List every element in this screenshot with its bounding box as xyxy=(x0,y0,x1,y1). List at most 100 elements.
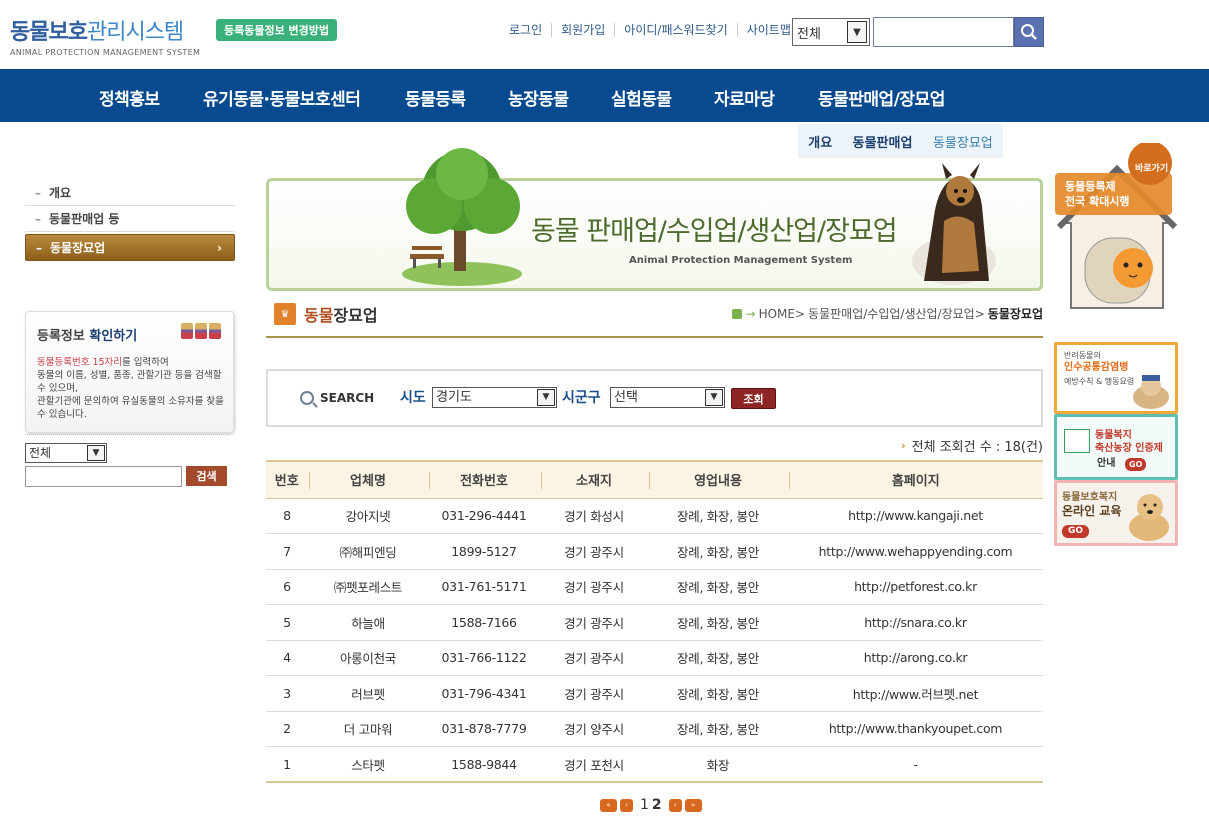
total-count: › 전체 조회건 수 : 18(건) xyxy=(901,436,1043,455)
reg-box-description: 동물등록번호 15자리를 입력하여 동물의 이름, 성별, 품종, 관할기관 등… xyxy=(37,356,227,421)
breadcrumb-home[interactable]: HOME xyxy=(759,307,795,321)
cell-company[interactable]: 하늘애 xyxy=(308,604,428,641)
cell-company[interactable]: 더 고마워 xyxy=(308,711,428,747)
registration-quick-banner[interactable]: 바로가기 동물등록제 전국 확대시행 xyxy=(1055,141,1180,315)
cell-number: 7 xyxy=(266,533,308,570)
search-button[interactable] xyxy=(1014,17,1044,47)
gnb-farm-animals[interactable]: 농장동물 xyxy=(508,85,569,110)
query-button[interactable]: 조회 xyxy=(731,388,776,409)
cell-phone: 031-766-1122 xyxy=(428,640,540,676)
sigungu-select-value: 선택 xyxy=(614,390,638,405)
banner-title: 동물 판매업/수입업/생산업/장묘업 xyxy=(531,216,898,247)
site-logo[interactable]: 동물보호관리시스템 ANIMAL PROTECTION MANAGEMENT S… xyxy=(10,14,200,57)
search-scope-value: 전체 xyxy=(797,26,821,42)
table-row: 2 더 고마워 031-878-7779 경기 양주시 장례, 화장, 봉안 h… xyxy=(266,711,1043,747)
cell-homepage[interactable]: http://www.wehappyending.com xyxy=(788,533,1043,570)
reg-search-button[interactable]: 검색 xyxy=(186,466,227,486)
reg-desc-2: 동물의 이름, 성별, 품종, 관할기관 등을 검색할 수 있으며, xyxy=(37,370,222,394)
animal-tags-icon xyxy=(181,323,221,339)
notice-badge-link[interactable]: 등록동물정보 변경방법 xyxy=(216,19,338,41)
page-2-link[interactable]: 2 xyxy=(652,797,662,813)
sido-select[interactable]: 경기도 ▼ xyxy=(432,387,557,408)
side-menu: – 개요 – 동물판매업 등 – 동물장묘업 › xyxy=(25,180,235,261)
welfare-farm-banner[interactable]: 동물복지 축산농장 인증제 안내 GO xyxy=(1054,414,1178,480)
cell-homepage[interactable]: http://petforest.co.kr xyxy=(788,569,1043,605)
tab-funeral[interactable]: 동물장묘업 xyxy=(933,132,993,151)
b2-main2: 축산농장 인증제 xyxy=(1095,443,1163,454)
cell-homepage[interactable]: http://www.kangaji.net xyxy=(788,498,1043,534)
search-panel: SEARCH 시도 경기도 ▼ 시군구 선택 ▼ 조회 xyxy=(266,369,1043,427)
gnb-pet-business[interactable]: 동물판매업/장묘업 xyxy=(818,85,945,110)
last-page-icon[interactable]: » xyxy=(684,798,702,812)
first-page-icon[interactable]: « xyxy=(600,798,617,812)
cell-company[interactable]: 아롱이천국 xyxy=(308,640,428,676)
side-item-funeral[interactable]: – 동물장묘업 › xyxy=(25,234,235,261)
cell-services: 장례, 화장, 봉안 xyxy=(648,569,788,605)
tab-overview[interactable]: 개요 xyxy=(808,132,832,151)
search-icon xyxy=(1021,24,1037,40)
page-title-part1: 동물 xyxy=(304,306,334,325)
cell-phone: 031-761-5171 xyxy=(428,569,540,605)
main-navigation: 정책홍보 유기동물·동물보호센터 동물등록 농장동물 실험동물 자료마당 동물판… xyxy=(0,69,1209,122)
sitemap-link[interactable]: 사이트맵 xyxy=(736,23,800,37)
cell-homepage[interactable]: http://www.러브펫.net xyxy=(788,675,1043,712)
cell-number: 8 xyxy=(266,498,308,534)
search-input[interactable] xyxy=(873,17,1014,47)
arrow-right-icon: › xyxy=(901,439,906,452)
cell-location: 경기 광주시 xyxy=(540,675,648,712)
cell-homepage[interactable]: http://www.thankyoupet.com xyxy=(788,711,1043,747)
reg-number-input[interactable] xyxy=(25,466,182,487)
online-education-banner[interactable]: 동물보호복지 온라인 교육 GO xyxy=(1054,480,1178,546)
side-item-label: 개요 xyxy=(49,186,72,200)
cell-company[interactable]: 러브펫 xyxy=(308,675,428,712)
side-item-pet-sales[interactable]: – 동물판매업 등 xyxy=(25,206,235,232)
cell-number: 5 xyxy=(266,604,308,641)
quick-line2: 전국 확대시행 xyxy=(1065,195,1130,208)
login-link[interactable]: 로그인 xyxy=(500,23,551,37)
sido-label: 시도 xyxy=(400,390,426,406)
cell-number: 3 xyxy=(266,675,308,712)
col-company: 업체명 xyxy=(307,460,428,499)
col-number: 번호 xyxy=(266,460,308,499)
next-page-icon[interactable]: › xyxy=(668,798,682,812)
breadcrumb-middle[interactable]: 동물판매업/수입업/생산업/장묘업 xyxy=(808,305,975,322)
table-row: 6 ㈜펫포레스트 031-761-5171 경기 광주시 장례, 화장, 봉안 … xyxy=(266,569,1043,605)
banner-subtitle: Animal Protection Management System xyxy=(629,255,853,266)
col-location: 소재지 xyxy=(539,460,648,499)
gnb-abandoned-animals[interactable]: 유기동물·동물보호센터 xyxy=(203,85,361,110)
gnb-policy[interactable]: 정책홍보 xyxy=(99,85,160,110)
dog-icon xyxy=(1133,375,1169,409)
reg-box-title-b: 확인하기 xyxy=(89,329,138,344)
divider xyxy=(25,434,230,435)
cell-company[interactable]: ㈜펫포레스트 xyxy=(308,569,428,605)
side-item-overview[interactable]: – 개요 xyxy=(25,180,235,206)
cell-homepage[interactable]: http://snara.co.kr xyxy=(788,604,1043,641)
cell-company[interactable]: ㈜해피엔딩 xyxy=(308,533,428,570)
chevron-down-icon: ▼ xyxy=(87,445,105,461)
b3-main2: 온라인 교육 xyxy=(1062,504,1122,518)
search-scope-select[interactable]: 전체 ▼ xyxy=(792,18,870,46)
page-1-link[interactable]: 1 xyxy=(640,797,649,813)
cell-homepage[interactable]: http://arong.co.kr xyxy=(788,640,1043,676)
tab-pet-sales[interactable]: 동물판매업 xyxy=(853,132,913,151)
reg-search-select[interactable]: 전체 ▼ xyxy=(25,443,107,463)
page-title-part2: 장묘업 xyxy=(333,306,378,325)
tree-illustration xyxy=(402,148,522,286)
gnb-lab-animals[interactable]: 실험동물 xyxy=(611,85,672,110)
zoonosis-banner[interactable]: 반려동물의 인수공통감염병 예방수칙 & 행동요령 xyxy=(1054,342,1178,414)
prev-page-icon[interactable]: ‹ xyxy=(620,798,633,812)
chevron-down-icon: ▼ xyxy=(847,21,867,43)
sigungu-select[interactable]: 선택 ▼ xyxy=(610,387,725,408)
cell-company[interactable]: 강아지넷 xyxy=(308,498,428,534)
cell-location: 경기 화성시 xyxy=(540,498,648,534)
signup-link[interactable]: 회원가입 xyxy=(551,23,614,37)
sigungu-label: 시군구 xyxy=(562,390,601,406)
gnb-resources[interactable]: 자료마당 xyxy=(714,85,775,110)
cell-number: 6 xyxy=(266,569,308,605)
find-account-link[interactable]: 아이디/패스워드찾기 xyxy=(614,23,736,37)
cell-number: 4 xyxy=(266,640,308,676)
cell-company[interactable]: 스타펫 xyxy=(308,746,428,783)
total-count-label: 전체 조회건 수 : 18(건) xyxy=(911,440,1043,455)
gnb-registration[interactable]: 동물등록 xyxy=(405,85,466,110)
cell-location: 경기 광주시 xyxy=(540,640,648,676)
